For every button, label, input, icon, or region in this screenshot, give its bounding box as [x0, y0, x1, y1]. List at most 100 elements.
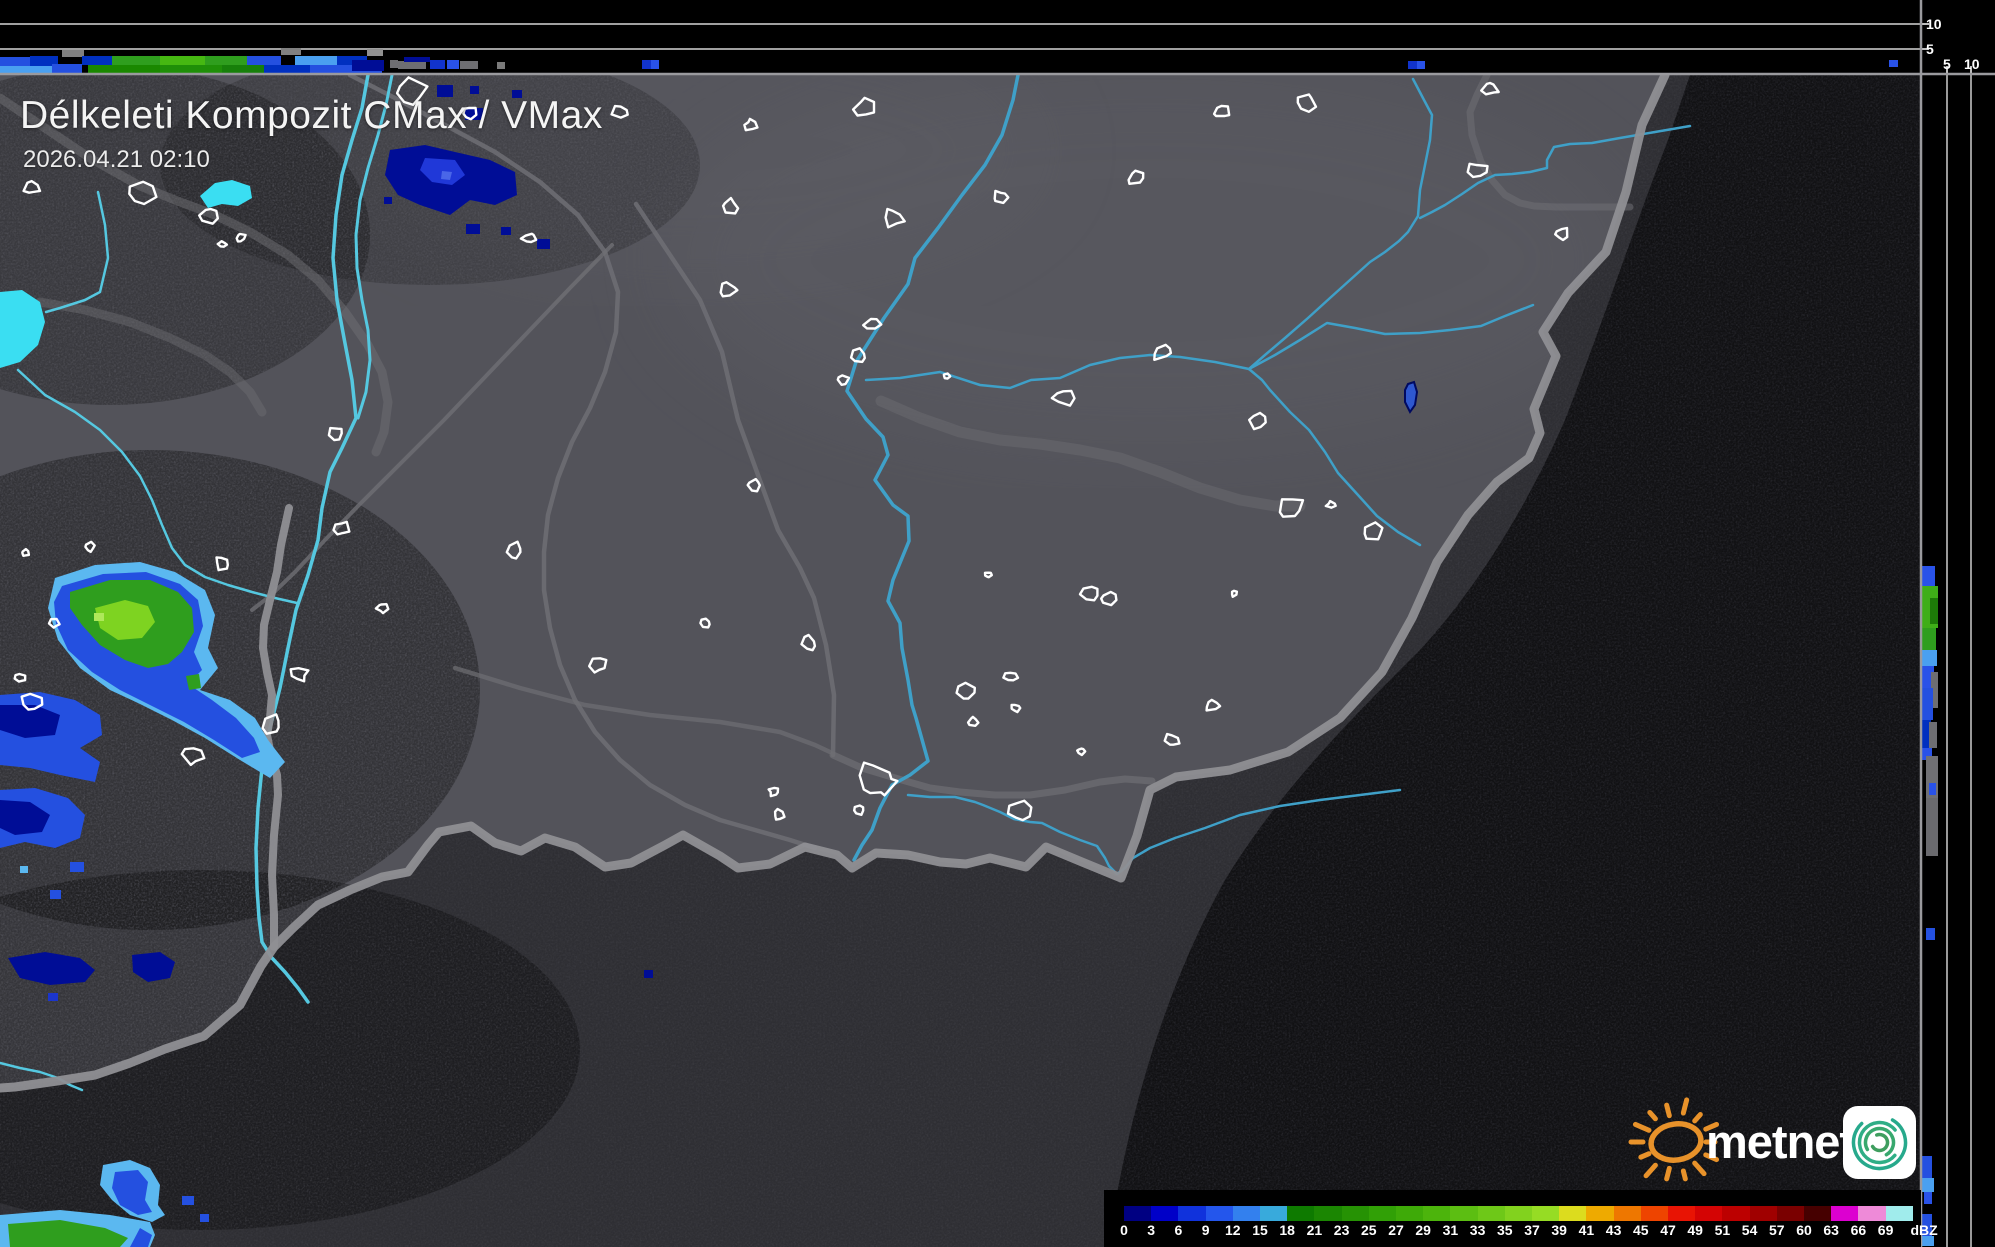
- legend-swatch: [1396, 1206, 1424, 1221]
- legend-tick-label: 63: [1823, 1222, 1839, 1238]
- radar-echo-cell: [537, 239, 550, 249]
- profile-echo-cell: [398, 61, 426, 69]
- profile-echo-cell: [247, 56, 281, 65]
- radar-echo-cell: [470, 86, 479, 94]
- legend-swatch: [1287, 1206, 1315, 1221]
- legend-swatch: [1640, 1206, 1668, 1221]
- profile-echo-cell: [497, 62, 505, 69]
- map-timestamp: 2026.04.21 02:10: [23, 146, 210, 173]
- legend-tick-label: 37: [1524, 1222, 1540, 1238]
- legend-tick-label: 27: [1388, 1222, 1404, 1238]
- legend-swatch: [1776, 1206, 1804, 1221]
- legend-tick-label: 49: [1687, 1222, 1703, 1238]
- legend-swatch: [1722, 1206, 1750, 1221]
- profile-echo-cell: [642, 60, 651, 69]
- profile-echo-cell: [1922, 566, 1935, 586]
- profile-echo-cell: [160, 56, 205, 65]
- legend-swatch: [1450, 1206, 1478, 1221]
- radar-echo-cell: [501, 227, 511, 235]
- legend-swatch: [1559, 1206, 1587, 1221]
- radar-echo-cell: [50, 890, 61, 899]
- legend-tick-label: 18: [1279, 1222, 1295, 1238]
- profile-echo-cell: [651, 60, 659, 69]
- profile-echo-cell: [205, 56, 247, 65]
- legend-unit-label: dBZ: [1910, 1222, 1938, 1238]
- axis-label: 5: [1943, 56, 1951, 72]
- legend-tick-label: 35: [1497, 1222, 1513, 1238]
- profile-echo-cell: [367, 49, 383, 56]
- sun-ray: [1664, 1165, 1672, 1182]
- profile-echo-cell: [1926, 798, 1938, 856]
- legend-swatch: [1314, 1206, 1342, 1221]
- legend-tick-label: 39: [1551, 1222, 1567, 1238]
- sun-ray: [1638, 1151, 1652, 1160]
- profile-echo-cell: [1408, 61, 1417, 69]
- profile-echo-cell: [460, 61, 478, 69]
- metnet-logo-text: metnet: [1706, 1115, 1855, 1168]
- legend-tick-label: 23: [1333, 1222, 1350, 1238]
- legend-swatch: [1151, 1206, 1179, 1221]
- legend-swatch: [1749, 1206, 1777, 1221]
- legend-tick-label: 51: [1714, 1222, 1731, 1238]
- axis-label: 10: [1964, 56, 1980, 72]
- legend-swatch: [1586, 1206, 1614, 1221]
- profile-echo-cell: [222, 65, 264, 73]
- legend-tick-label: 25: [1361, 1222, 1377, 1238]
- legend-tick-label: 41: [1578, 1222, 1595, 1238]
- legend-swatch: [1804, 1206, 1832, 1221]
- radar-echo-cell: [94, 613, 104, 621]
- legend-swatch: [1260, 1206, 1288, 1221]
- legend-swatch: [1668, 1206, 1696, 1221]
- profile-echo-cell: [62, 50, 84, 57]
- legend-tick-label: 45: [1633, 1222, 1649, 1238]
- profile-echo-cell: [295, 56, 337, 65]
- legend-tick-label: 0: [1120, 1222, 1128, 1238]
- profile-echo-cell: [160, 65, 222, 73]
- legend-swatch: [1831, 1206, 1859, 1221]
- legend-tick-label: 3: [1147, 1222, 1156, 1238]
- legend-tick-label: 12: [1225, 1222, 1241, 1238]
- radar-echo-cell: [644, 970, 653, 978]
- sun-ray: [1664, 1102, 1672, 1119]
- profile-echo-cell: [1922, 688, 1933, 720]
- radar-viewer: 10 5 5 10 metnet Délkeleti Kompozit CMax / …: [0, 0, 1995, 1247]
- legend-tick-label: 54: [1741, 1222, 1758, 1238]
- hungaromet-spiral-icon: [1843, 1106, 1916, 1179]
- profile-echo-cell: [1922, 650, 1937, 666]
- legend-swatch: [1423, 1206, 1451, 1221]
- sun-ray: [1680, 1097, 1690, 1116]
- profile-echo-cell: [1924, 1192, 1932, 1204]
- profile-echo-cell: [1929, 722, 1937, 748]
- radar-echo-cell: [48, 993, 58, 1001]
- profile-echo-cell: [1922, 1178, 1934, 1192]
- legend-swatch: [1858, 1206, 1886, 1221]
- profile-echo-cell: [0, 57, 30, 66]
- legend-tick-label: 31: [1442, 1222, 1459, 1238]
- profile-echo-cell: [112, 56, 160, 65]
- legend-swatch: [1205, 1206, 1233, 1221]
- profile-echo-cell: [352, 60, 384, 71]
- legend-tick-label: 69: [1877, 1222, 1894, 1238]
- legend-tick-label: 9: [1201, 1222, 1210, 1238]
- profile-echo-cell: [1926, 928, 1935, 940]
- radar-map-canvas[interactable]: 10 5 5 1 0 metnet: [0, 0, 1995, 1247]
- legend-swatch: [1124, 1206, 1152, 1221]
- profile-echo-cell: [1889, 60, 1898, 67]
- profile-echo-cell: [52, 64, 82, 73]
- dbz-color-legend: 0 3 6 9 12 15 18 21 23 25 27 29 31 33 35 37 39 41 43 45 47 49…: [1104, 1190, 1938, 1247]
- legend-swatch: [1885, 1206, 1913, 1221]
- profile-echo-cell: [82, 56, 112, 65]
- profile-echo-cell: [1930, 598, 1938, 624]
- legend-tick-label: 60: [1796, 1222, 1812, 1238]
- radar-echo-cell: [466, 224, 480, 234]
- legend-tick-label: 47: [1660, 1222, 1676, 1238]
- legend-swatch: [1695, 1206, 1723, 1221]
- axis-label: 10: [1926, 16, 1942, 32]
- legend-tick-label: 66: [1850, 1222, 1867, 1238]
- legend-tick-label: 6: [1174, 1222, 1183, 1238]
- profile-echo-cell: [1417, 61, 1425, 69]
- legend-swatch: [1341, 1206, 1369, 1221]
- legend-tick-label: 43: [1605, 1222, 1622, 1238]
- profile-echo-cell: [430, 60, 445, 69]
- profile-echo-cell: [264, 65, 310, 73]
